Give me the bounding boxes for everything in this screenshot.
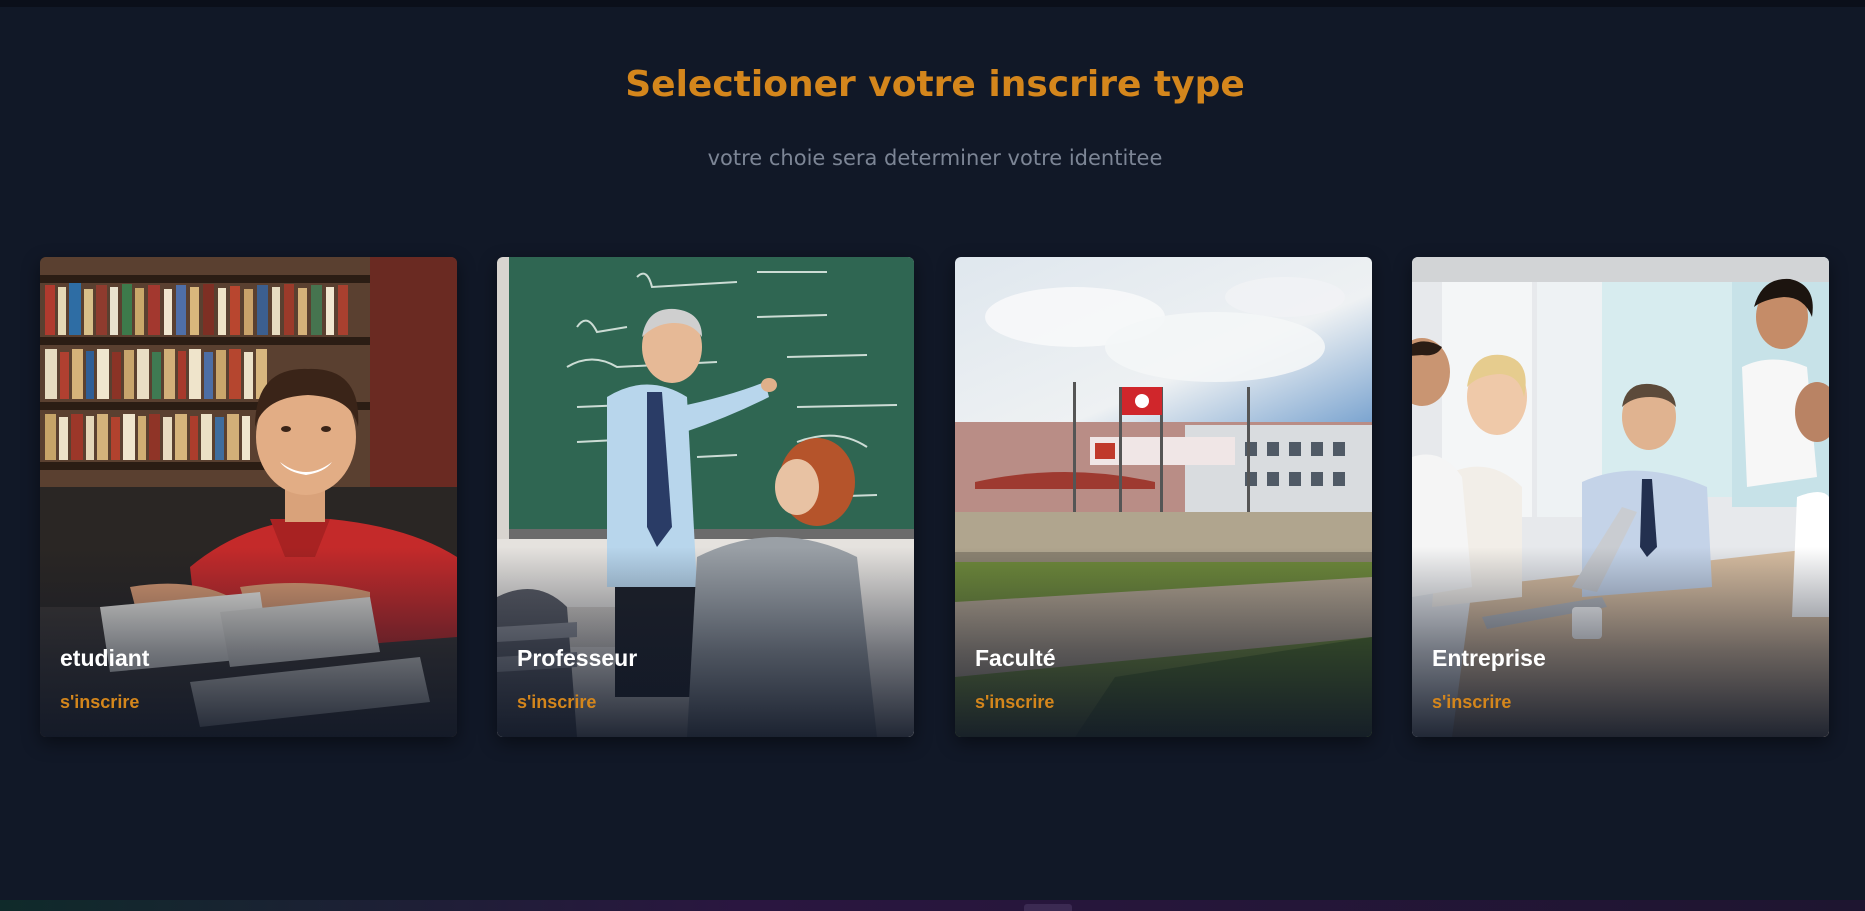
card-title-faculte: Faculté xyxy=(975,645,1056,671)
card-title-etudiant: etudiant xyxy=(60,645,150,671)
top-bar xyxy=(0,0,1865,7)
card-title-entreprise: Entreprise xyxy=(1432,645,1546,671)
bottom-bar xyxy=(0,900,1865,911)
signup-link-entreprise[interactable]: s'inscrire xyxy=(1432,692,1511,713)
card-entreprise[interactable]: Entreprise s'inscrire xyxy=(1412,257,1829,737)
signup-link-faculte[interactable]: s'inscrire xyxy=(975,692,1054,713)
card-etudiant[interactable]: etudiant s'inscrire xyxy=(40,257,457,737)
card-faculte[interactable]: Faculté s'inscrire xyxy=(955,257,1372,737)
card-professeur[interactable]: Professeur s'inscrire xyxy=(497,257,914,737)
signup-link-professeur[interactable]: s'inscrire xyxy=(517,692,596,713)
page-title: Selectioner votre inscrire type xyxy=(625,64,1245,105)
card-title-professeur: Professeur xyxy=(517,645,638,671)
bottom-tab xyxy=(1024,904,1072,911)
signup-link-etudiant[interactable]: s'inscrire xyxy=(60,692,139,713)
page-subtitle: votre choie sera determiner votre identi… xyxy=(707,146,1163,170)
